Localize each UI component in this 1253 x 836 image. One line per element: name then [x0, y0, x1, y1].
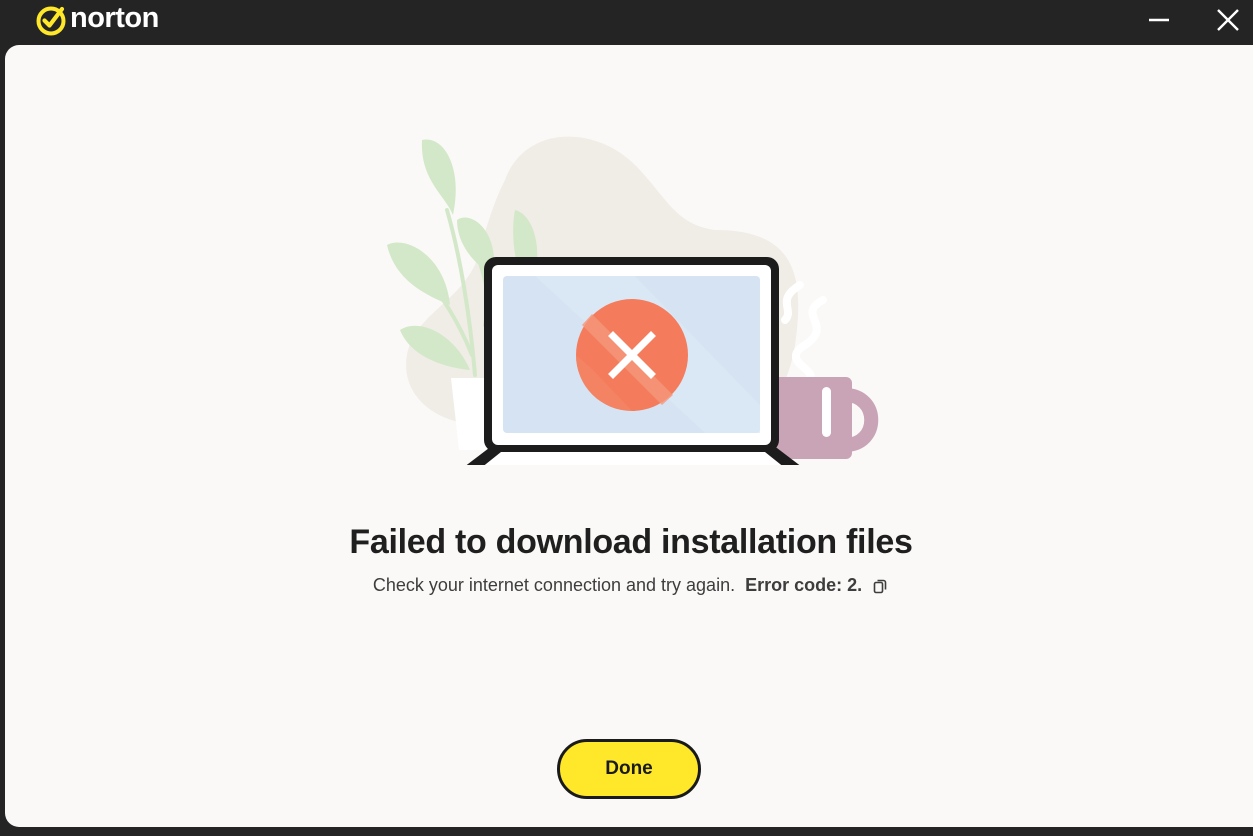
close-icon: [1217, 9, 1239, 31]
minimize-button[interactable]: [1137, 0, 1181, 40]
copy-icon: [873, 579, 887, 593]
error-illustration: [387, 136, 879, 465]
norton-checkmark-icon: [36, 6, 66, 36]
error-description: Check your internet connection and try a…: [372, 575, 736, 595]
error-code: Error code: 2.: [745, 575, 863, 595]
minimize-icon: [1149, 18, 1169, 22]
copy-error-code-button[interactable]: [871, 577, 889, 595]
error-badge-icon: [576, 299, 688, 411]
done-button[interactable]: Done: [557, 739, 701, 799]
close-button[interactable]: [1206, 0, 1250, 40]
error-title: Failed to download installation files: [349, 523, 913, 561]
brand-name: norton: [70, 1, 159, 34]
norton-logo: norton: [35, 1, 159, 37]
title-bar[interactable]: norton: [0, 0, 1253, 44]
installer-window: norton Failed to download installation f…: [0, 0, 1253, 836]
content-panel: Failed to download installation files Ch…: [5, 45, 1253, 827]
error-message: Check your internet connection and try a…: [5, 575, 1253, 596]
